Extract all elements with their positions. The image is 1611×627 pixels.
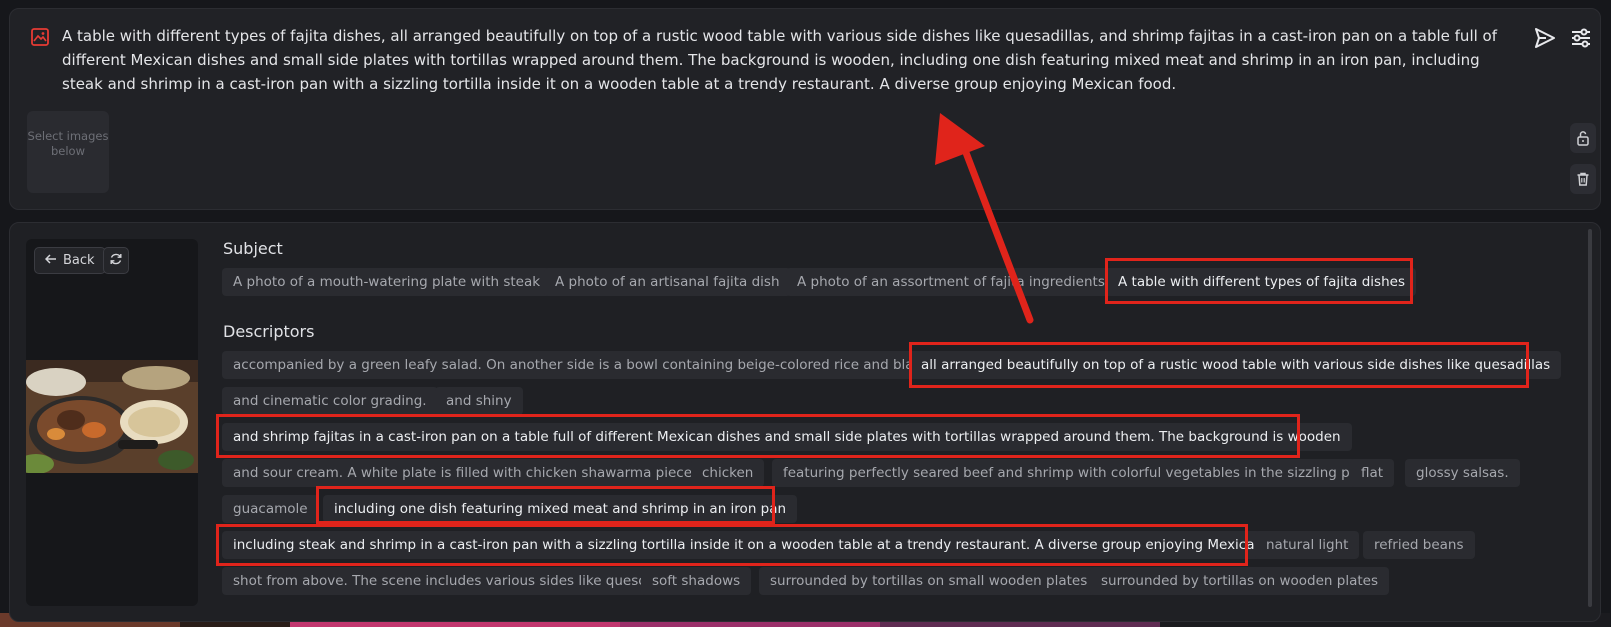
descriptor-chip[interactable]: shot from above. The scene includes vari…: [222, 567, 658, 595]
prompt-text[interactable]: A table with different types of fajita d…: [62, 24, 1502, 96]
prompt-panel: A table with different types of fajita d…: [9, 8, 1601, 210]
arrow-left-icon: [44, 253, 57, 268]
descriptor-chip[interactable]: and sour cream. A white plate is filled …: [222, 459, 711, 487]
descriptor-chip[interactable]: including one dish featuring mixed meat …: [323, 495, 798, 523]
descriptor-chip[interactable]: all arranged beautifully on top of a rus…: [910, 351, 1562, 379]
descriptor-chip[interactable]: glossy salsas.: [1405, 459, 1520, 487]
descriptor-chip[interactable]: refried beans: [1363, 531, 1475, 559]
preview-column: Back: [26, 239, 198, 606]
subject-chip[interactable]: A photo of an artisanal fajita dish: [544, 268, 791, 296]
subject-chip[interactable]: A table with different types of fajita d…: [1107, 268, 1416, 296]
refresh-icon: [109, 251, 123, 270]
sliders-icon[interactable]: [1568, 25, 1594, 51]
descriptor-chip[interactable]: guacamole: [222, 495, 319, 523]
refresh-button[interactable]: [103, 247, 129, 274]
subject-title: Subject: [223, 239, 283, 258]
unlock-icon[interactable]: [1570, 123, 1596, 153]
subject-chip[interactable]: A photo of an assortment of fajita ingre…: [786, 268, 1116, 296]
descriptor-chip[interactable]: surrounded by tortillas on small wooden …: [759, 567, 1099, 595]
descriptor-chip[interactable]: flat: [1350, 459, 1395, 487]
send-icon[interactable]: [1532, 25, 1558, 51]
back-button[interactable]: Back: [34, 247, 106, 274]
subject-chip[interactable]: A photo of a mouth-watering plate with s…: [222, 268, 552, 296]
trash-icon[interactable]: [1570, 164, 1596, 194]
descriptor-chip[interactable]: natural light: [1255, 531, 1360, 559]
back-label: Back: [63, 253, 95, 268]
descriptor-chip[interactable]: including steak and shrimp in a cast-iro…: [222, 531, 1313, 559]
descriptors-title: Descriptors: [223, 322, 315, 341]
descriptor-chip[interactable]: and shrimp fajitas in a cast-iron pan on…: [222, 423, 1352, 451]
descriptor-chip[interactable]: surrounded by tortillas on wooden plates: [1090, 567, 1389, 595]
descriptor-chip[interactable]: and cinematic color grading.: [222, 387, 438, 415]
prompt-builder-panel: Back Subject A photo of a mouth-watering…: [9, 222, 1601, 622]
descriptor-chip[interactable]: and shiny: [435, 387, 523, 415]
fajita-photo[interactable]: [26, 360, 198, 473]
descriptor-chip[interactable]: featuring perfectly seared beef and shri…: [772, 459, 1378, 487]
descriptor-chip[interactable]: soft shadows: [641, 567, 752, 595]
image-icon: [30, 27, 50, 47]
scrollbar[interactable]: [1588, 229, 1592, 607]
descriptor-chip[interactable]: accompanied by a green leafy salad. On a…: [222, 351, 940, 379]
descriptor-chip[interactable]: chicken: [691, 459, 765, 487]
image-selection-slot[interactable]: Select images below: [27, 111, 109, 193]
